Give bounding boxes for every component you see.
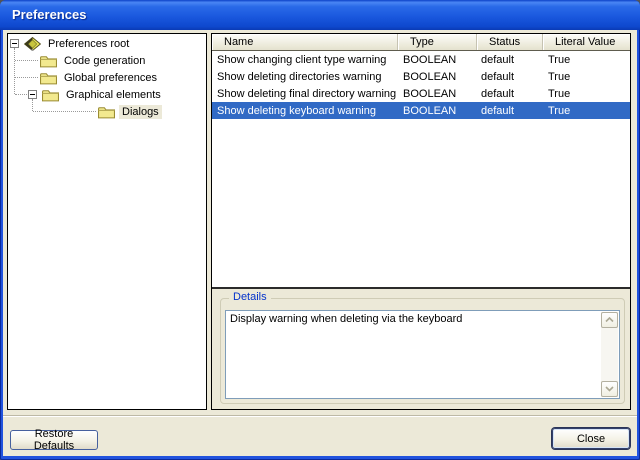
tree-item-label: Code generation (61, 54, 148, 68)
details-scrollbar[interactable] (601, 312, 618, 397)
folder-icon (42, 88, 59, 102)
table-header: Name Type Status Literal Value (212, 34, 630, 51)
cell-name: Show changing client type warning (212, 54, 398, 66)
tree-item-label: Dialogs (119, 105, 162, 119)
table-row[interactable]: Show deleting directories warning BOOLEA… (212, 68, 630, 85)
cell-type: BOOLEAN (398, 71, 477, 83)
tree-item-preferences-root[interactable]: Preferences root (8, 35, 206, 52)
cell-status: default (477, 88, 543, 100)
details-section: Details Display warning when deleting vi… (212, 289, 630, 409)
folder-icon (98, 105, 115, 119)
cell-literal-value: True (543, 54, 630, 66)
chevron-down-icon (605, 386, 614, 392)
tree-rows: Preferences root Code generation Global … (8, 35, 206, 120)
tree-item-label: Preferences root (45, 37, 132, 51)
column-header-literal-value[interactable]: Literal Value (543, 34, 630, 50)
cell-type: BOOLEAN (398, 105, 477, 117)
title-bar[interactable]: Preferences (0, 0, 640, 30)
table-row[interactable]: Show changing client type warning BOOLEA… (212, 51, 630, 68)
collapse-minus-icon[interactable] (28, 90, 37, 99)
table-row[interactable]: Show deleting final directory warning BO… (212, 85, 630, 102)
column-header-type[interactable]: Type (398, 34, 477, 50)
cell-status: default (477, 54, 543, 66)
cell-status: default (477, 71, 543, 83)
cell-name: Show deleting final directory warning (212, 88, 398, 100)
tree-item-global-preferences[interactable]: Global preferences (8, 69, 206, 86)
column-header-status[interactable]: Status (477, 34, 543, 50)
window-title: Preferences (12, 7, 86, 22)
scroll-down-button[interactable] (601, 381, 618, 397)
details-text: Display warning when deleting via the ke… (226, 311, 601, 398)
tree-item-graphical-elements[interactable]: Graphical elements (8, 86, 206, 103)
cell-literal-value: True (543, 105, 630, 117)
folder-icon (40, 54, 57, 68)
cell-literal-value: True (543, 71, 630, 83)
cell-type: BOOLEAN (398, 54, 477, 66)
cell-status: default (477, 105, 543, 117)
cell-name: Show deleting directories warning (212, 71, 398, 83)
scroll-up-button[interactable] (601, 312, 618, 328)
close-button[interactable]: Close (552, 428, 630, 449)
tree-item-dialogs[interactable]: Dialogs (8, 103, 206, 120)
chevron-up-icon (605, 317, 614, 323)
tree-item-label: Global preferences (61, 71, 160, 85)
gem-icon (24, 37, 41, 51)
restore-defaults-button[interactable]: Restore Defaults (10, 430, 98, 450)
preferences-dialog: Preferences Preferences root Code genera… (0, 0, 640, 460)
details-textbox[interactable]: Display warning when deleting via the ke… (225, 310, 620, 399)
dialog-client-area: Preferences root Code generation Global … (3, 30, 637, 456)
tree-item-label: Graphical elements (63, 88, 164, 102)
collapse-minus-icon[interactable] (10, 39, 19, 48)
cell-literal-value: True (543, 88, 630, 100)
cell-name: Show deleting keyboard warning (212, 105, 398, 117)
details-group-label: Details (229, 291, 271, 303)
details-groupbox: Details Display warning when deleting vi… (220, 298, 625, 404)
preference-values-panel: Name Type Status Literal Value Show chan… (211, 33, 631, 410)
preferences-tree: Preferences root Code generation Global … (7, 33, 207, 410)
table-body: Show changing client type warning BOOLEA… (212, 51, 630, 287)
folder-icon (40, 71, 57, 85)
column-header-name[interactable]: Name (212, 34, 398, 50)
cell-type: BOOLEAN (398, 88, 477, 100)
tree-item-code-generation[interactable]: Code generation (8, 52, 206, 69)
table-row-selected[interactable]: Show deleting keyboard warning BOOLEAN d… (212, 102, 630, 119)
button-bar-separator (3, 415, 637, 417)
